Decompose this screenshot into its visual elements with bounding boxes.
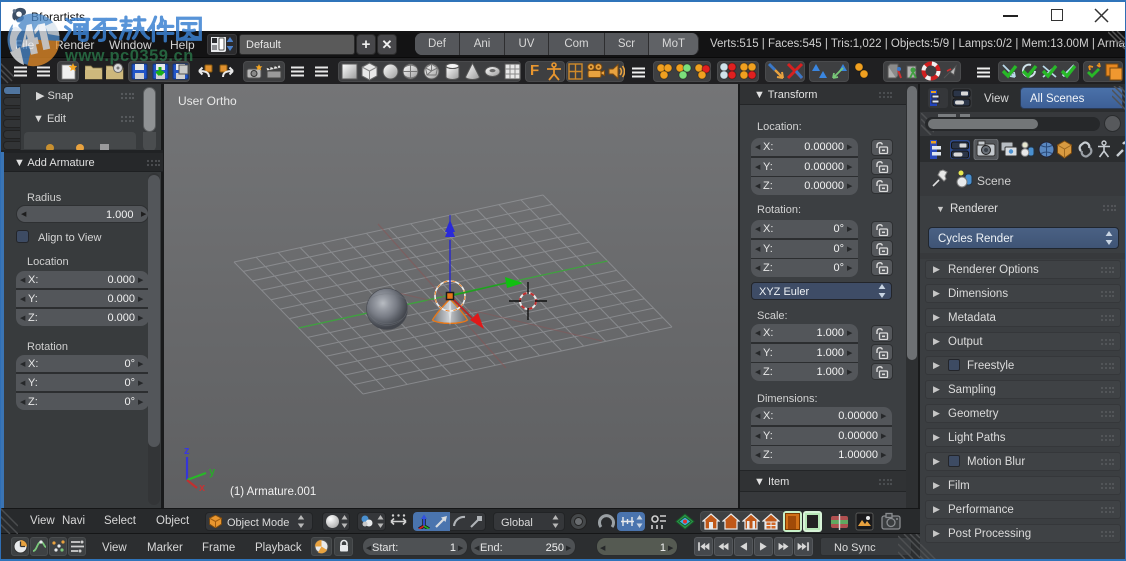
svg-text:www.pc0359.cn: www.pc0359.cn [64,47,194,65]
svg-text:y: y [209,466,216,478]
svg-text:x: x [199,482,206,494]
svg-text:z: z [184,445,190,457]
